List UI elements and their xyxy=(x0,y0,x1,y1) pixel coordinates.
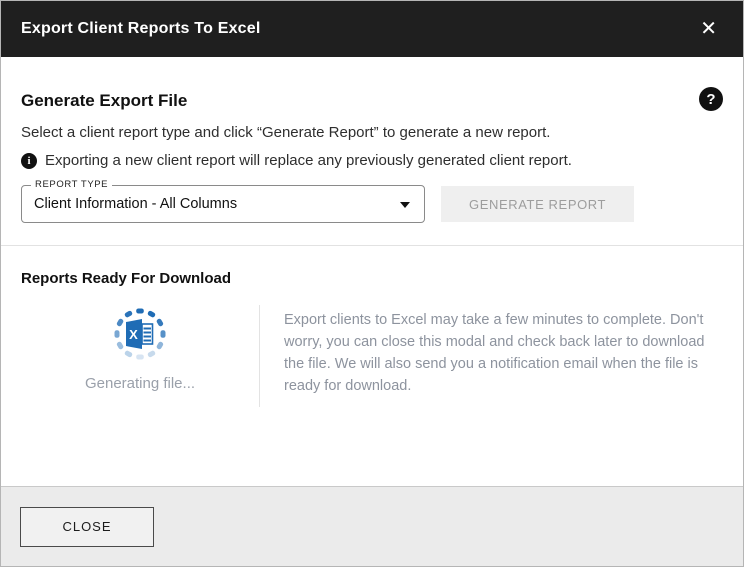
close-icon[interactable]: ✕ xyxy=(694,15,723,43)
generate-export-section: Generate Export File ? Select a client r… xyxy=(1,57,743,223)
report-type-value: Client Information - All Columns xyxy=(34,196,238,212)
vertical-divider xyxy=(259,305,260,407)
excel-file-icon: X xyxy=(126,319,154,349)
close-button[interactable]: CLOSE xyxy=(20,506,154,547)
generate-export-heading: Generate Export File xyxy=(21,91,188,110)
info-note-row: i Exporting a new client report will rep… xyxy=(21,152,723,169)
generate-description: Select a client report type and click “G… xyxy=(21,124,551,141)
modal-body: Generate Export File ? Select a client r… xyxy=(1,57,743,486)
export-message: Export clients to Excel may take a few m… xyxy=(284,312,705,394)
generate-report-button[interactable]: GENERATE REPORT xyxy=(441,186,635,222)
info-icon: i xyxy=(21,152,37,169)
generating-status-text: Generating file... xyxy=(84,375,196,392)
modal-title: Export Client Reports To Excel xyxy=(21,20,261,37)
help-icon[interactable]: ? xyxy=(699,87,723,111)
export-client-reports-modal: Export Client Reports To Excel ✕ Generat… xyxy=(0,0,744,567)
reports-download-section: Reports Ready For Download X Generating … xyxy=(1,246,743,407)
report-type-label: REPORT TYPE xyxy=(31,179,113,190)
info-note-text: Exporting a new client report will repla… xyxy=(45,152,572,169)
chevron-down-icon xyxy=(400,202,410,208)
svg-text:X: X xyxy=(129,327,138,342)
reports-ready-heading: Reports Ready For Download xyxy=(21,270,232,287)
modal-header: Export Client Reports To Excel ✕ xyxy=(1,1,743,57)
modal-footer: CLOSE xyxy=(1,486,743,566)
excel-loading-spinner-icon: X xyxy=(114,308,166,360)
report-type-select[interactable]: REPORT TYPE Client Information - All Col… xyxy=(21,179,425,223)
